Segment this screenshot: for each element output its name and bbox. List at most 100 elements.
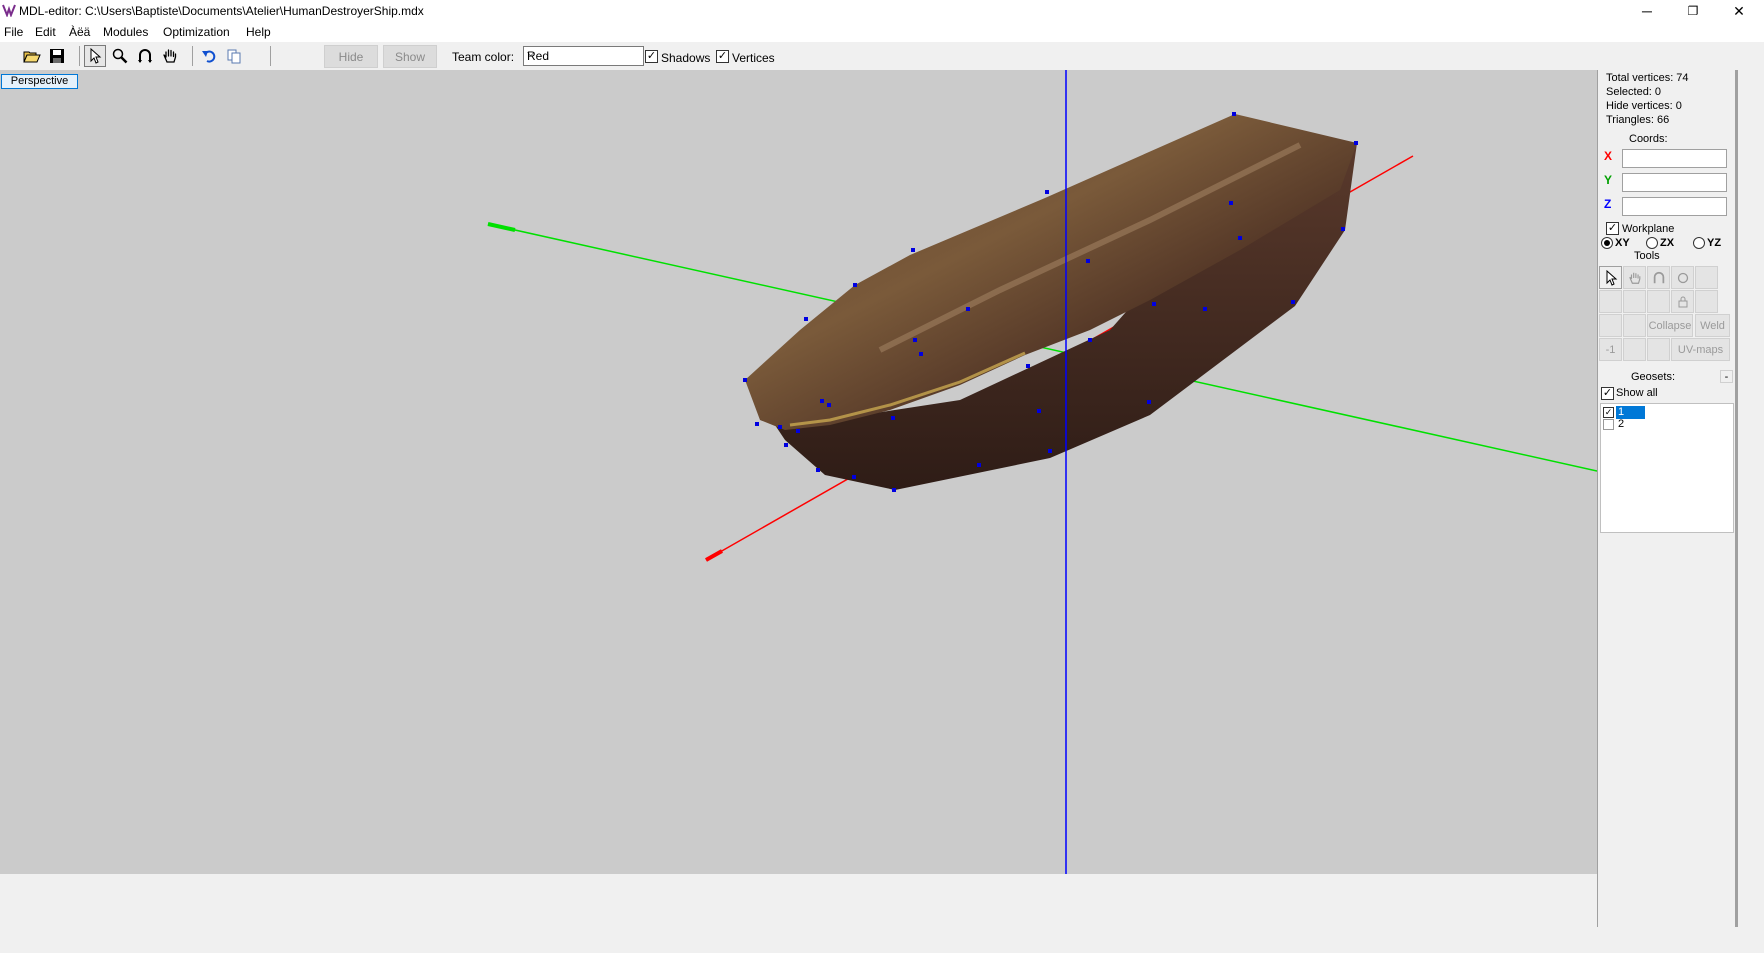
tool-slot[interactable] [1647,290,1670,313]
geoset-1-checkbox[interactable]: ✓ [1603,407,1614,418]
axis-y-arrow [487,222,516,232]
rotate-icon [138,49,152,63]
show-all-checkbox[interactable]: ✓ [1601,387,1614,400]
z-coord-input[interactable] [1622,197,1727,216]
perspective-viewport[interactable]: Perspective [0,70,1597,874]
pan-hand-icon [1628,272,1640,284]
menu-view[interactable]: Àëä [69,25,90,39]
tool-slot[interactable] [1695,290,1718,313]
tool-slot[interactable] [1599,290,1622,313]
vertices-label: Vertices [732,51,775,65]
select-arrow-icon [90,48,102,64]
open-icon [23,51,41,63]
pan-tool-button[interactable] [159,45,181,67]
y-label: Y [1604,173,1613,187]
collapse-button[interactable]: Collapse [1647,314,1693,337]
x-coord-input[interactable] [1622,149,1727,168]
tool-slot[interactable] [1623,338,1646,361]
workplane-checkbox[interactable]: ✓ [1606,222,1619,235]
tools-label: Tools [1634,250,1660,262]
plane-yz-label: YZ [1707,237,1722,249]
toolbar: Hide Show Team color: Red ⌵ ✓ Shadows ✓ … [0,42,1764,70]
select-arrow-icon [1606,269,1617,286]
panel-scrollbar[interactable] [1736,70,1738,927]
show-all-label: Show all [1616,387,1658,399]
plane-xy-label: XY [1615,237,1630,249]
save-button[interactable] [46,45,68,67]
minus-one-button[interactable]: -1 [1599,338,1622,361]
minimize-button[interactable]: ─ [1624,0,1670,22]
undo-button[interactable] [198,45,220,67]
move-tool[interactable] [1623,266,1646,289]
tool-slot[interactable] [1623,290,1646,313]
toolbar-separator [270,46,271,66]
lock-tool[interactable] [1671,290,1694,313]
geoset-2-label[interactable]: 2 [1618,418,1624,430]
hide-button[interactable]: Hide [324,45,378,68]
menu-edit[interactable]: Edit [35,25,56,39]
open-button[interactable] [21,45,43,67]
rotate-vertex-tool[interactable] [1647,266,1670,289]
menu-optimization[interactable]: Optimization [163,25,230,39]
plane-zx-radio[interactable] [1646,237,1658,249]
team-color-select[interactable]: Red ⌵ [523,46,644,66]
tool-slot[interactable] [1599,314,1622,337]
chevron-down-icon: ⌵ [527,48,535,59]
workplane-label: Workplane [1622,223,1675,235]
undo-icon [202,50,216,63]
tool-slot[interactable] [1647,338,1670,361]
properties-panel: Total vertices: 74 Selected: 0 Hide vert… [1597,70,1736,927]
status-area [0,874,1597,953]
menu-help[interactable]: Help [246,25,271,39]
geosets-collapse-button[interactable]: - [1720,370,1733,383]
save-icon [50,49,64,63]
weld-button[interactable]: Weld [1695,314,1730,337]
axis-x-arrow [705,549,723,562]
scale-tool[interactable] [1671,266,1694,289]
uv-maps-button[interactable]: UV-maps [1671,338,1730,361]
menu-file[interactable]: File [4,25,23,39]
show-button[interactable]: Show [383,45,437,68]
team-color-label: Team color: [452,50,515,64]
lock-icon [1678,296,1687,307]
restore-button[interactable]: ❐ [1670,0,1716,22]
triangles-text: Triangles: 66 [1606,114,1670,126]
total-vertices-text: Total vertices: 74 [1606,72,1689,84]
toolbar-separator [192,46,193,66]
shadows-label: Shadows [661,51,711,65]
menu-modules[interactable]: Modules [103,25,148,39]
rotate-tool-button[interactable] [134,45,156,67]
z-label: Z [1604,197,1612,211]
selected-count-text: Selected: 0 [1606,86,1662,98]
shadows-checkbox[interactable]: ✓ [645,50,658,63]
app-icon [2,4,16,17]
close-button[interactable]: ✕ [1716,0,1762,22]
pan-hand-icon [163,49,177,63]
toolbar-separator [79,46,80,66]
plane-xy-radio[interactable] [1601,237,1613,249]
coords-label: Coords: [1629,133,1668,145]
tool-slot[interactable] [1623,314,1646,337]
copy-icon [227,49,241,64]
viewport-scene[interactable] [0,70,1597,874]
select-tool-button[interactable] [84,45,106,67]
zoom-tool-button[interactable] [109,45,131,67]
hide-vertices-text: Hide vertices: 0 [1606,100,1682,112]
title-bar: MDL-editor: C:\Users\Baptiste\Documents\… [0,0,1764,22]
plane-zx-label: ZX [1660,237,1675,249]
tool-slot[interactable] [1695,266,1718,289]
x-label: X [1604,149,1613,163]
y-coord-input[interactable] [1622,173,1727,192]
geosets-label: Geosets: [1631,371,1676,383]
plane-yz-radio[interactable] [1693,237,1705,249]
menu-bar: File Edit Àëä Modules Optimization Help [0,22,1764,42]
select-vertex-tool[interactable] [1599,266,1622,289]
zoom-icon [112,48,128,64]
circle-icon [1677,272,1688,283]
geosets-list[interactable]: ✓ 1 2 [1600,403,1734,533]
geoset-2-checkbox[interactable] [1603,419,1614,430]
rotate-icon [1653,271,1664,283]
copy-button[interactable] [223,45,245,67]
window-title: MDL-editor: C:\Users\Baptiste\Documents\… [19,4,424,18]
vertices-checkbox[interactable]: ✓ [716,50,729,63]
